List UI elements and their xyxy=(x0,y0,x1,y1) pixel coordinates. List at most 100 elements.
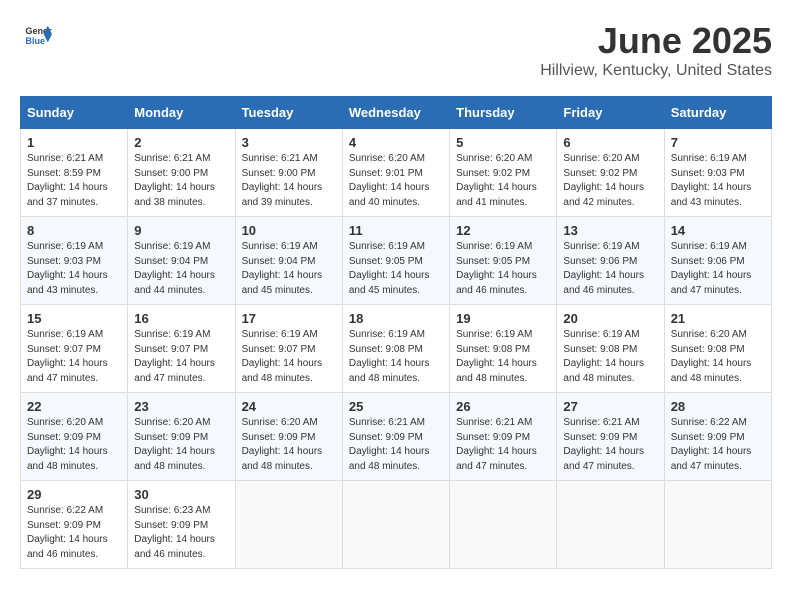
calendar-cell: 15 Sunrise: 6:19 AM Sunset: 9:07 PM Dayl… xyxy=(21,305,128,393)
day-info: Sunrise: 6:23 AM Sunset: 9:09 PM Dayligh… xyxy=(134,504,228,562)
day-info: Sunrise: 6:21 AM Sunset: 9:00 PM Dayligh… xyxy=(134,152,228,210)
calendar-cell: 24 Sunrise: 6:20 AM Sunset: 9:09 PM Dayl… xyxy=(235,393,342,481)
day-number: 4 xyxy=(349,135,443,150)
day-info: Sunrise: 6:19 AM Sunset: 9:08 PM Dayligh… xyxy=(349,328,443,386)
day-info: Sunrise: 6:19 AM Sunset: 9:04 PM Dayligh… xyxy=(242,240,336,298)
day-info: Sunrise: 6:19 AM Sunset: 9:04 PM Dayligh… xyxy=(134,240,228,298)
calendar-cell: 21 Sunrise: 6:20 AM Sunset: 9:08 PM Dayl… xyxy=(664,305,771,393)
calendar-cell: 28 Sunrise: 6:22 AM Sunset: 9:09 PM Dayl… xyxy=(664,393,771,481)
calendar-cell: 18 Sunrise: 6:19 AM Sunset: 9:08 PM Dayl… xyxy=(342,305,449,393)
day-info: Sunrise: 6:19 AM Sunset: 9:07 PM Dayligh… xyxy=(27,328,121,386)
calendar-cell xyxy=(235,481,342,569)
day-number: 19 xyxy=(456,311,550,326)
day-info: Sunrise: 6:21 AM Sunset: 9:00 PM Dayligh… xyxy=(242,152,336,210)
day-info: Sunrise: 6:20 AM Sunset: 9:09 PM Dayligh… xyxy=(134,416,228,474)
day-info: Sunrise: 6:19 AM Sunset: 9:06 PM Dayligh… xyxy=(671,240,765,298)
day-info: Sunrise: 6:19 AM Sunset: 9:06 PM Dayligh… xyxy=(563,240,657,298)
calendar-header-saturday: Saturday xyxy=(664,97,771,129)
day-number: 28 xyxy=(671,399,765,414)
calendar-table: SundayMondayTuesdayWednesdayThursdayFrid… xyxy=(20,96,772,569)
calendar-header-thursday: Thursday xyxy=(450,97,557,129)
calendar-week-1: 1 Sunrise: 6:21 AM Sunset: 8:59 PM Dayli… xyxy=(21,129,772,217)
calendar-week-2: 8 Sunrise: 6:19 AM Sunset: 9:03 PM Dayli… xyxy=(21,217,772,305)
logo-icon: General Blue xyxy=(24,20,52,48)
calendar-cell: 19 Sunrise: 6:19 AM Sunset: 9:08 PM Dayl… xyxy=(450,305,557,393)
day-info: Sunrise: 6:19 AM Sunset: 9:07 PM Dayligh… xyxy=(242,328,336,386)
calendar-cell: 13 Sunrise: 6:19 AM Sunset: 9:06 PM Dayl… xyxy=(557,217,664,305)
calendar-header-sunday: Sunday xyxy=(21,97,128,129)
day-info: Sunrise: 6:19 AM Sunset: 9:03 PM Dayligh… xyxy=(671,152,765,210)
day-info: Sunrise: 6:21 AM Sunset: 9:09 PM Dayligh… xyxy=(349,416,443,474)
day-number: 14 xyxy=(671,223,765,238)
calendar-cell: 12 Sunrise: 6:19 AM Sunset: 9:05 PM Dayl… xyxy=(450,217,557,305)
day-info: Sunrise: 6:20 AM Sunset: 9:02 PM Dayligh… xyxy=(563,152,657,210)
day-number: 5 xyxy=(456,135,550,150)
day-number: 29 xyxy=(27,487,121,502)
calendar-cell: 16 Sunrise: 6:19 AM Sunset: 9:07 PM Dayl… xyxy=(128,305,235,393)
day-info: Sunrise: 6:21 AM Sunset: 8:59 PM Dayligh… xyxy=(27,152,121,210)
calendar-cell: 30 Sunrise: 6:23 AM Sunset: 9:09 PM Dayl… xyxy=(128,481,235,569)
day-number: 2 xyxy=(134,135,228,150)
day-number: 17 xyxy=(242,311,336,326)
day-info: Sunrise: 6:21 AM Sunset: 9:09 PM Dayligh… xyxy=(456,416,550,474)
calendar-cell xyxy=(664,481,771,569)
calendar-cell: 5 Sunrise: 6:20 AM Sunset: 9:02 PM Dayli… xyxy=(450,129,557,217)
calendar-cell: 14 Sunrise: 6:19 AM Sunset: 9:06 PM Dayl… xyxy=(664,217,771,305)
day-number: 18 xyxy=(349,311,443,326)
day-number: 25 xyxy=(349,399,443,414)
calendar-cell: 3 Sunrise: 6:21 AM Sunset: 9:00 PM Dayli… xyxy=(235,129,342,217)
calendar-cell: 26 Sunrise: 6:21 AM Sunset: 9:09 PM Dayl… xyxy=(450,393,557,481)
day-info: Sunrise: 6:22 AM Sunset: 9:09 PM Dayligh… xyxy=(671,416,765,474)
day-info: Sunrise: 6:20 AM Sunset: 9:09 PM Dayligh… xyxy=(27,416,121,474)
calendar-week-5: 29 Sunrise: 6:22 AM Sunset: 9:09 PM Dayl… xyxy=(21,481,772,569)
calendar-week-3: 15 Sunrise: 6:19 AM Sunset: 9:07 PM Dayl… xyxy=(21,305,772,393)
calendar-cell: 20 Sunrise: 6:19 AM Sunset: 9:08 PM Dayl… xyxy=(557,305,664,393)
calendar-cell xyxy=(557,481,664,569)
day-number: 22 xyxy=(27,399,121,414)
day-number: 23 xyxy=(134,399,228,414)
calendar-cell: 9 Sunrise: 6:19 AM Sunset: 9:04 PM Dayli… xyxy=(128,217,235,305)
day-number: 20 xyxy=(563,311,657,326)
calendar-header-row: SundayMondayTuesdayWednesdayThursdayFrid… xyxy=(21,97,772,129)
svg-text:Blue: Blue xyxy=(25,36,45,46)
day-number: 6 xyxy=(563,135,657,150)
day-number: 21 xyxy=(671,311,765,326)
day-number: 10 xyxy=(242,223,336,238)
title-area: June 2025 Hillview, Kentucky, United Sta… xyxy=(540,20,772,80)
day-number: 13 xyxy=(563,223,657,238)
day-number: 3 xyxy=(242,135,336,150)
day-info: Sunrise: 6:20 AM Sunset: 9:08 PM Dayligh… xyxy=(671,328,765,386)
day-info: Sunrise: 6:21 AM Sunset: 9:09 PM Dayligh… xyxy=(563,416,657,474)
day-number: 8 xyxy=(27,223,121,238)
calendar-week-4: 22 Sunrise: 6:20 AM Sunset: 9:09 PM Dayl… xyxy=(21,393,772,481)
calendar-cell: 8 Sunrise: 6:19 AM Sunset: 9:03 PM Dayli… xyxy=(21,217,128,305)
calendar-header-friday: Friday xyxy=(557,97,664,129)
day-info: Sunrise: 6:19 AM Sunset: 9:05 PM Dayligh… xyxy=(456,240,550,298)
day-number: 7 xyxy=(671,135,765,150)
day-number: 27 xyxy=(563,399,657,414)
day-number: 15 xyxy=(27,311,121,326)
day-number: 24 xyxy=(242,399,336,414)
calendar-cell: 22 Sunrise: 6:20 AM Sunset: 9:09 PM Dayl… xyxy=(21,393,128,481)
calendar-cell: 27 Sunrise: 6:21 AM Sunset: 9:09 PM Dayl… xyxy=(557,393,664,481)
day-info: Sunrise: 6:20 AM Sunset: 9:02 PM Dayligh… xyxy=(456,152,550,210)
day-info: Sunrise: 6:19 AM Sunset: 9:05 PM Dayligh… xyxy=(349,240,443,298)
day-info: Sunrise: 6:19 AM Sunset: 9:07 PM Dayligh… xyxy=(134,328,228,386)
day-number: 26 xyxy=(456,399,550,414)
day-number: 30 xyxy=(134,487,228,502)
page-title: June 2025 xyxy=(540,20,772,62)
day-number: 11 xyxy=(349,223,443,238)
calendar-cell: 2 Sunrise: 6:21 AM Sunset: 9:00 PM Dayli… xyxy=(128,129,235,217)
calendar-cell: 29 Sunrise: 6:22 AM Sunset: 9:09 PM Dayl… xyxy=(21,481,128,569)
calendar-header-monday: Monday xyxy=(128,97,235,129)
day-number: 16 xyxy=(134,311,228,326)
day-number: 9 xyxy=(134,223,228,238)
day-info: Sunrise: 6:20 AM Sunset: 9:09 PM Dayligh… xyxy=(242,416,336,474)
calendar-cell: 25 Sunrise: 6:21 AM Sunset: 9:09 PM Dayl… xyxy=(342,393,449,481)
calendar-cell: 7 Sunrise: 6:19 AM Sunset: 9:03 PM Dayli… xyxy=(664,129,771,217)
calendar-header-wednesday: Wednesday xyxy=(342,97,449,129)
page-subtitle: Hillview, Kentucky, United States xyxy=(540,62,772,80)
calendar-cell: 1 Sunrise: 6:21 AM Sunset: 8:59 PM Dayli… xyxy=(21,129,128,217)
calendar-header-tuesday: Tuesday xyxy=(235,97,342,129)
calendar-cell: 10 Sunrise: 6:19 AM Sunset: 9:04 PM Dayl… xyxy=(235,217,342,305)
